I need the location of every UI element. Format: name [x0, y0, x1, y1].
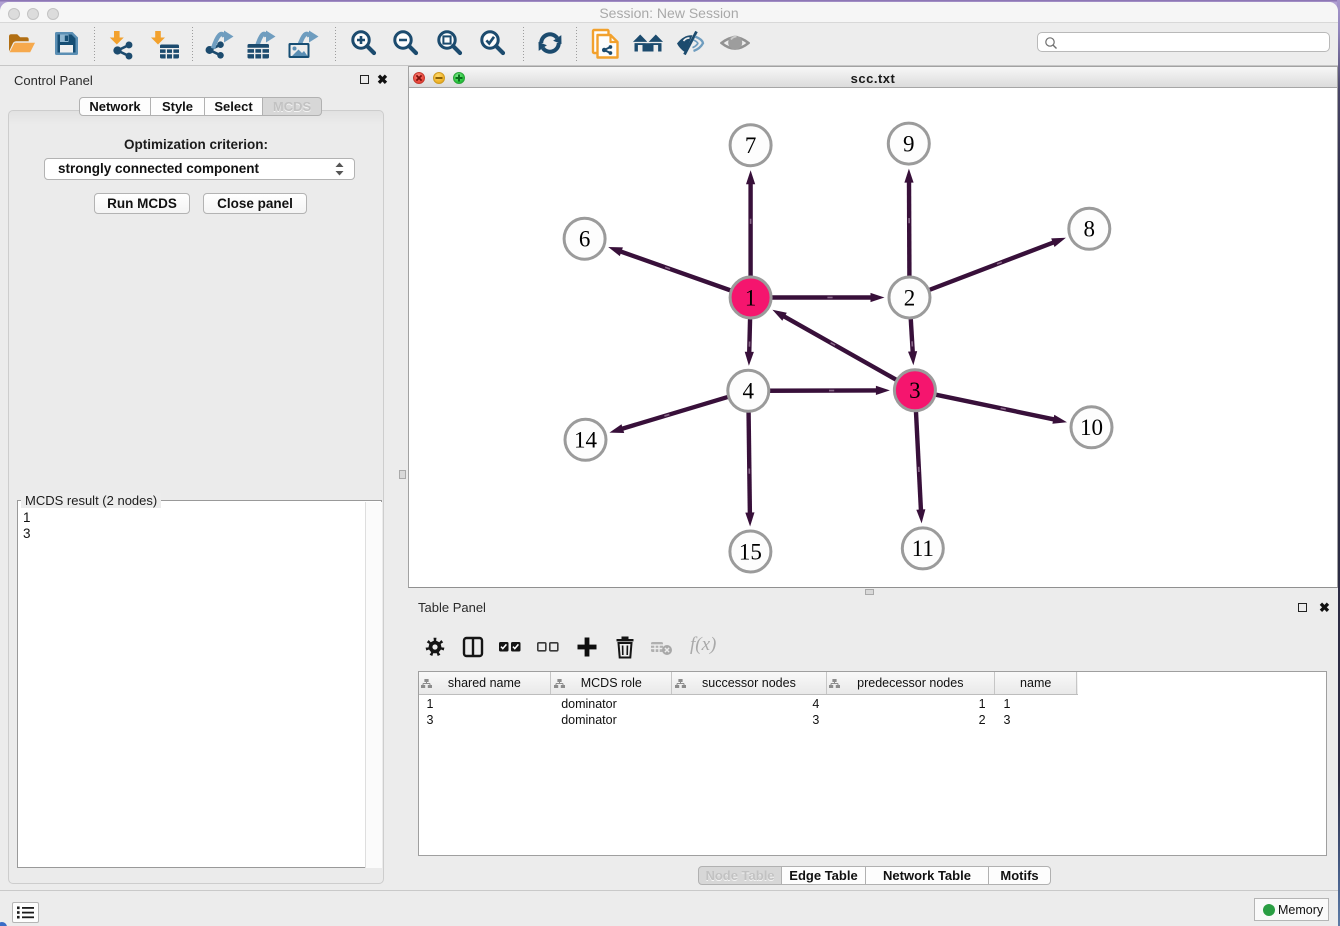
svg-text:7: 7 [745, 133, 757, 158]
svg-text:14: 14 [574, 428, 598, 453]
svg-text:15: 15 [739, 539, 762, 564]
svg-text:9: 9 [903, 131, 915, 156]
svg-text:10: 10 [1080, 415, 1103, 440]
svg-text:11: 11 [912, 536, 934, 561]
svg-text:2: 2 [904, 285, 916, 310]
svg-text:8: 8 [1084, 217, 1096, 242]
svg-text:3: 3 [909, 378, 921, 403]
svg-text:1: 1 [745, 285, 757, 310]
svg-text:6: 6 [579, 227, 591, 252]
svg-text:4: 4 [743, 379, 755, 404]
